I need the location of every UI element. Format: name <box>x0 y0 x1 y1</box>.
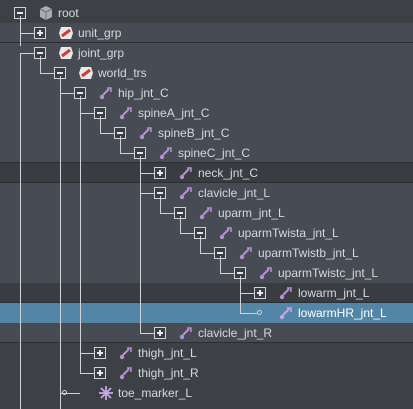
expand-toggle[interactable] <box>94 367 106 379</box>
tree-connector <box>240 276 241 313</box>
joint-icon <box>239 247 252 260</box>
tree-connector <box>220 273 234 274</box>
tree-connector <box>60 393 80 394</box>
node-label: unit_grp <box>78 26 122 40</box>
node-label: neck_jnt_C <box>198 166 259 180</box>
joint-icon <box>279 287 292 300</box>
tree-connector <box>20 16 21 46</box>
tree-connector <box>120 136 121 153</box>
tree-connector <box>100 116 101 133</box>
tree-row-root[interactable]: root <box>0 3 413 23</box>
tree-row-thigh-jnt-r[interactable]: thigh_jnt_R <box>0 363 413 383</box>
tree-connector <box>160 213 174 214</box>
joint-icon <box>199 207 212 220</box>
tree-connector <box>200 253 214 254</box>
tree-connector <box>160 196 161 213</box>
joint-icon <box>119 107 132 120</box>
tree-row-lowarm-jnt-l[interactable]: lowarm_jnt_L <box>0 283 413 303</box>
transform-icon <box>59 47 73 59</box>
tree-connector <box>20 53 21 409</box>
node-label: clavicle_jnt_R <box>198 326 273 340</box>
joint-icon <box>179 167 192 180</box>
node-label: uparmTwistb_jnt_L <box>258 246 359 260</box>
node-label: hip_jnt_C <box>118 86 169 100</box>
joint-icon <box>279 307 292 320</box>
tree-connector <box>180 216 181 233</box>
tree-row-lowarmhr-jnt-l[interactable]: lowarmHR_jnt_L <box>0 303 413 323</box>
node-label: uparmTwista_jnt_L <box>238 226 339 240</box>
tree-row-uparmtwistc-jnt-l[interactable]: uparmTwistc_jnt_L <box>0 263 413 283</box>
expand-toggle[interactable] <box>254 287 266 299</box>
node-label: world_trs <box>98 66 147 80</box>
tree-row-spineb-jnt-c[interactable]: spineB_jnt_C <box>0 123 413 143</box>
group-icon <box>39 6 53 20</box>
node-label: lowarm_jnt_L <box>298 286 370 300</box>
leaf-dot <box>257 310 262 315</box>
tree-connector <box>180 233 194 234</box>
tree-row-thigh-jnt-l[interactable]: thigh_jnt_L <box>0 343 413 363</box>
node-label: clavicle_jnt_L <box>198 186 271 200</box>
tree-row-spinea-jnt-c[interactable]: spineA_jnt_C <box>0 103 413 123</box>
tree-connector <box>140 193 154 194</box>
node-label: lowarmHR_jnt_L <box>298 306 387 320</box>
joint-icon <box>259 267 272 280</box>
node-label: spineB_jnt_C <box>158 126 230 140</box>
tree-connector <box>40 73 54 74</box>
node-label: root <box>58 6 79 20</box>
tree-connector <box>80 113 94 114</box>
tree-row-unit-grp[interactable]: unit_grp <box>0 23 413 43</box>
tree-connector <box>220 256 221 273</box>
tree-connector <box>100 133 114 134</box>
tree-connector <box>140 156 141 333</box>
tree-connector <box>240 313 257 314</box>
tree-connector <box>200 236 201 253</box>
node-label: uparmTwistc_jnt_L <box>278 266 379 280</box>
node-label: joint_grp <box>78 46 125 60</box>
tree-connector <box>80 96 81 373</box>
joint-icon <box>159 147 172 160</box>
transform-icon <box>79 67 93 79</box>
tree-row-spinec-jnt-c[interactable]: spineC_jnt_C <box>0 143 413 163</box>
joint-icon <box>139 127 152 140</box>
tree-connector <box>60 93 74 94</box>
node-label: spineA_jnt_C <box>138 106 210 120</box>
expand-toggle[interactable] <box>34 27 46 39</box>
transform-icon <box>59 27 73 39</box>
joint-icon <box>219 227 232 240</box>
expand-toggle[interactable] <box>154 327 166 339</box>
expand-toggle[interactable] <box>154 167 166 179</box>
joint-icon <box>119 347 132 360</box>
tree-connector <box>80 353 94 354</box>
node-label: spineC_jnt_C <box>178 146 251 160</box>
node-label: toe_marker_L <box>118 386 193 400</box>
node-label: thigh_jnt_R <box>138 366 199 380</box>
node-label: thigh_jnt_L <box>138 346 197 360</box>
tree-connector <box>20 33 34 34</box>
tree-row-joint-grp[interactable]: joint_grp <box>0 43 413 63</box>
tree-connector <box>20 53 34 54</box>
expand-toggle[interactable] <box>94 347 106 359</box>
outliner-panel: root unit_grp joint_grp world_trs hip_jn… <box>0 0 413 409</box>
tree-row-neck-jnt-c[interactable]: neck_jnt_C <box>0 163 413 183</box>
tree-row-clavicle-jnt-l[interactable]: clavicle_jnt_L <box>0 183 413 203</box>
tree-row-world-trs[interactable]: world_trs <box>0 63 413 83</box>
tree-connector <box>140 173 154 174</box>
joint-icon <box>179 327 192 340</box>
node-label: uparm_jnt_L <box>218 206 285 220</box>
tree-connector <box>40 56 41 73</box>
tree-row-uparmtwista-jnt-l[interactable]: uparmTwista_jnt_L <box>0 223 413 243</box>
tree-row-uparm-jnt-l[interactable]: uparm_jnt_L <box>0 203 413 223</box>
tree-connector <box>120 153 134 154</box>
joint-icon <box>99 87 112 100</box>
joint-icon <box>119 367 132 380</box>
locator-icon <box>99 386 113 400</box>
joint-icon <box>179 187 192 200</box>
tree-connector <box>80 373 94 374</box>
tree-connector <box>60 76 61 409</box>
tree-connector <box>240 293 254 294</box>
tree-row-clavicle-jnt-r[interactable]: clavicle_jnt_R <box>0 323 413 343</box>
tree-connector <box>140 333 154 334</box>
